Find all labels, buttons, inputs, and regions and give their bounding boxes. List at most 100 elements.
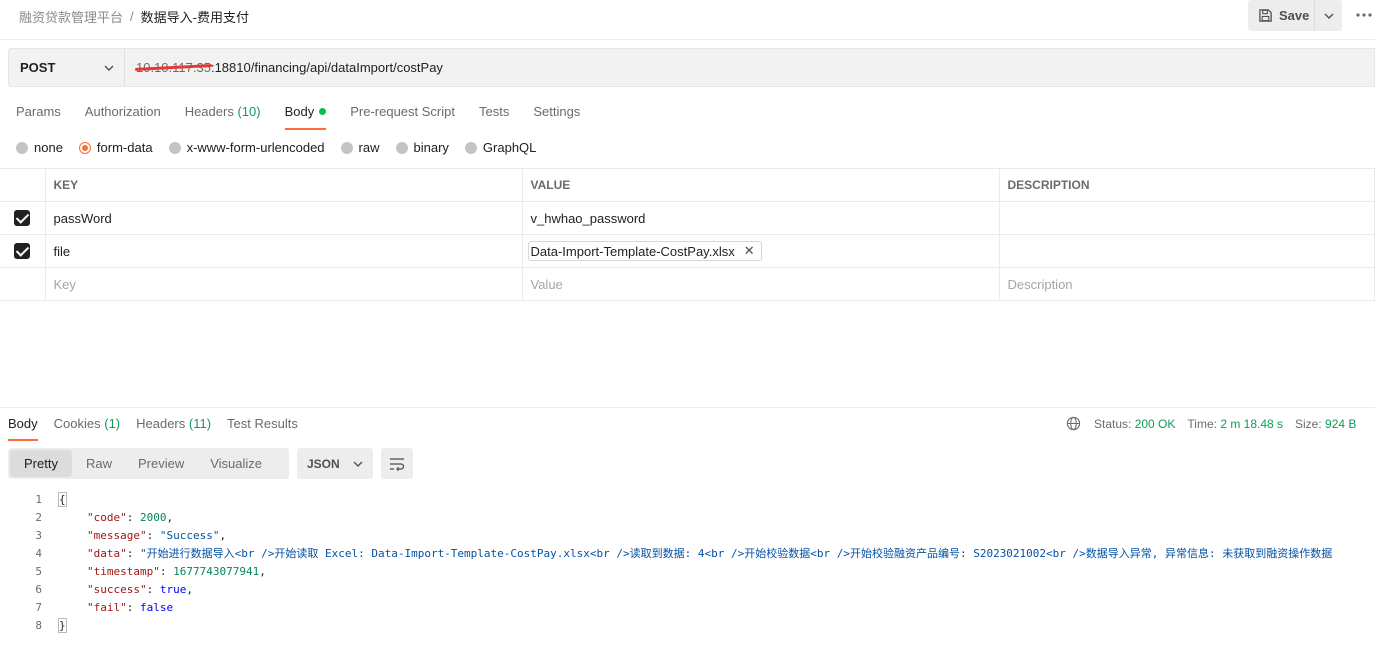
code-line: 5 "timestamp": 1677743077941, (0, 562, 1375, 580)
row-value-cell: Data-Import-Template-CostPay.xlsx ✕ (521, 234, 1000, 268)
json-key: "fail" (87, 600, 127, 614)
breadcrumb: 融资贷款管理平台 / 数据导入-费用支付 (19, 7, 249, 26)
format-pretty[interactable]: Pretty (10, 450, 72, 477)
response-body-code[interactable]: 1{ 2 "code": 2000, 3 "message": "Success",… (0, 490, 1375, 634)
json-value: 1677743077941 (173, 564, 260, 578)
new-value-input[interactable]: Value (521, 267, 1000, 301)
language-label: JSON (307, 456, 340, 471)
response-tab-cookies[interactable]: Cookies (1) (54, 416, 120, 440)
tab-pre-request-script[interactable]: Pre-request Script (350, 104, 455, 130)
body-type-urlencoded[interactable]: x-www-form-urlencoded (168, 140, 325, 155)
tab-authorization[interactable]: Authorization (85, 104, 161, 130)
row-checkbox-cell (0, 234, 46, 268)
table-header-value: VALUE (521, 168, 1000, 202)
line-number: 8 (35, 618, 42, 632)
save-group: Save (1248, 0, 1342, 31)
table-row: file Data-Import-Template-CostPay.xlsx ✕ (0, 234, 1375, 268)
row-description[interactable] (998, 201, 1375, 235)
time-info[interactable]: Time: 2 m 18.48 s (1187, 417, 1283, 431)
row-checkbox-cell (0, 267, 46, 301)
body-type-none[interactable]: none (16, 140, 63, 155)
wrap-lines-button[interactable] (381, 448, 413, 479)
url-input[interactable]: 10.10.117.35:18810/financing/api/dataImp… (124, 48, 1375, 87)
time-label: Time: (1187, 416, 1217, 431)
response-tab-test-results-label: Test Results (227, 416, 298, 431)
wrap-lines-icon (390, 457, 405, 471)
line-number: 7 (35, 600, 42, 614)
row-checkbox[interactable] (14, 243, 31, 260)
format-visualize[interactable]: Visualize (198, 450, 274, 477)
response-tab-body-label: Body (8, 416, 38, 431)
file-chip[interactable]: Data-Import-Template-CostPay.xlsx ✕ (527, 241, 762, 261)
response-tab-cookies-count: (1) (104, 416, 121, 431)
format-preview[interactable]: Preview (126, 450, 196, 477)
radio-selected-icon (78, 141, 91, 154)
method-select[interactable]: POST (8, 48, 124, 87)
chevron-down-icon (353, 461, 363, 467)
status-info[interactable]: Status: 200 OK (1094, 417, 1175, 431)
code-brace-open: { (58, 491, 67, 507)
format-raw[interactable]: Raw (74, 450, 124, 477)
tab-body[interactable]: Body (284, 104, 327, 130)
request-title[interactable]: 数据导入-费用支付 (141, 7, 249, 26)
response-divider[interactable] (0, 407, 1375, 408)
save-options-button[interactable] (1314, 0, 1342, 31)
tab-tests[interactable]: Tests (479, 104, 509, 130)
size-info[interactable]: Size: 924 B (1295, 417, 1356, 431)
code-line: 1{ (0, 490, 1375, 508)
row-value[interactable]: v_hwhao_password (521, 201, 1000, 235)
table-header-description: DESCRIPTION (998, 168, 1375, 202)
radio-icon (340, 141, 353, 154)
new-key-input[interactable]: Key (44, 267, 523, 301)
save-button[interactable]: Save (1248, 0, 1314, 31)
tab-params[interactable]: Params (16, 104, 61, 130)
row-checkbox[interactable] (14, 210, 31, 227)
code-line: 8} (0, 616, 1375, 634)
body-type-form-data[interactable]: form-data (78, 140, 153, 155)
form-data-table: KEY VALUE DESCRIPTION passWord v_hwhao_p… (0, 168, 1375, 301)
file-name: Data-Import-Template-CostPay.xlsx (530, 243, 735, 259)
chevron-down-icon (104, 65, 114, 71)
row-description[interactable] (998, 234, 1375, 268)
remove-file-icon[interactable]: ✕ (744, 243, 755, 259)
body-type-label: none (34, 140, 63, 155)
response-tab-cookies-label: Cookies (53, 416, 101, 431)
row-key[interactable]: file (44, 234, 523, 268)
more-options-button[interactable] (1354, 6, 1374, 24)
method-label: POST (20, 60, 56, 75)
body-type-label: GraphQL (482, 140, 537, 155)
chevron-down-icon (1324, 13, 1333, 19)
code-line: 7 "fail": false (0, 598, 1375, 616)
body-type-binary[interactable]: binary (395, 140, 449, 155)
response-tab-headers-count: (11) (188, 416, 212, 431)
response-meta: Status: 200 OK Time: 2 m 18.48 s Size: 9… (1066, 416, 1368, 431)
row-key[interactable]: passWord (44, 201, 523, 235)
line-number: 6 (35, 582, 42, 596)
response-tabs: Body Cookies (1) Headers (11) Test Resul… (8, 416, 314, 441)
radio-icon (16, 141, 28, 154)
radio-icon (168, 141, 181, 154)
breadcrumb-collection[interactable]: 融资贷款管理平台 (19, 7, 123, 26)
body-type-graphql[interactable]: GraphQL (464, 140, 537, 155)
new-description-input[interactable]: Description (998, 267, 1375, 301)
tab-headers[interactable]: Headers (10) (185, 104, 261, 130)
line-number: 5 (35, 564, 42, 578)
language-select[interactable]: JSON (297, 448, 373, 479)
body-type-label: binary (413, 140, 449, 155)
response-tab-test-results[interactable]: Test Results (227, 416, 298, 440)
response-tab-body[interactable]: Body (8, 416, 38, 441)
size-value: 924 B (1325, 416, 1357, 431)
more-horizontal-icon (1356, 13, 1372, 17)
response-tab-headers[interactable]: Headers (11) (136, 416, 211, 440)
tab-authorization-label: Authorization (84, 104, 161, 119)
tab-settings[interactable]: Settings (533, 104, 580, 130)
globe-icon[interactable] (1066, 416, 1081, 431)
table-header-key: KEY (44, 168, 523, 202)
code-line: 3 "message": "Success", (0, 526, 1375, 544)
tab-tests-label: Tests (478, 104, 510, 119)
status-value: 200 OK (1134, 416, 1176, 431)
body-type-raw[interactable]: raw (340, 140, 380, 155)
save-label: Save (1279, 8, 1310, 23)
line-number: 2 (35, 510, 42, 524)
body-type-options: none form-data x-www-form-urlencoded raw… (16, 140, 552, 155)
